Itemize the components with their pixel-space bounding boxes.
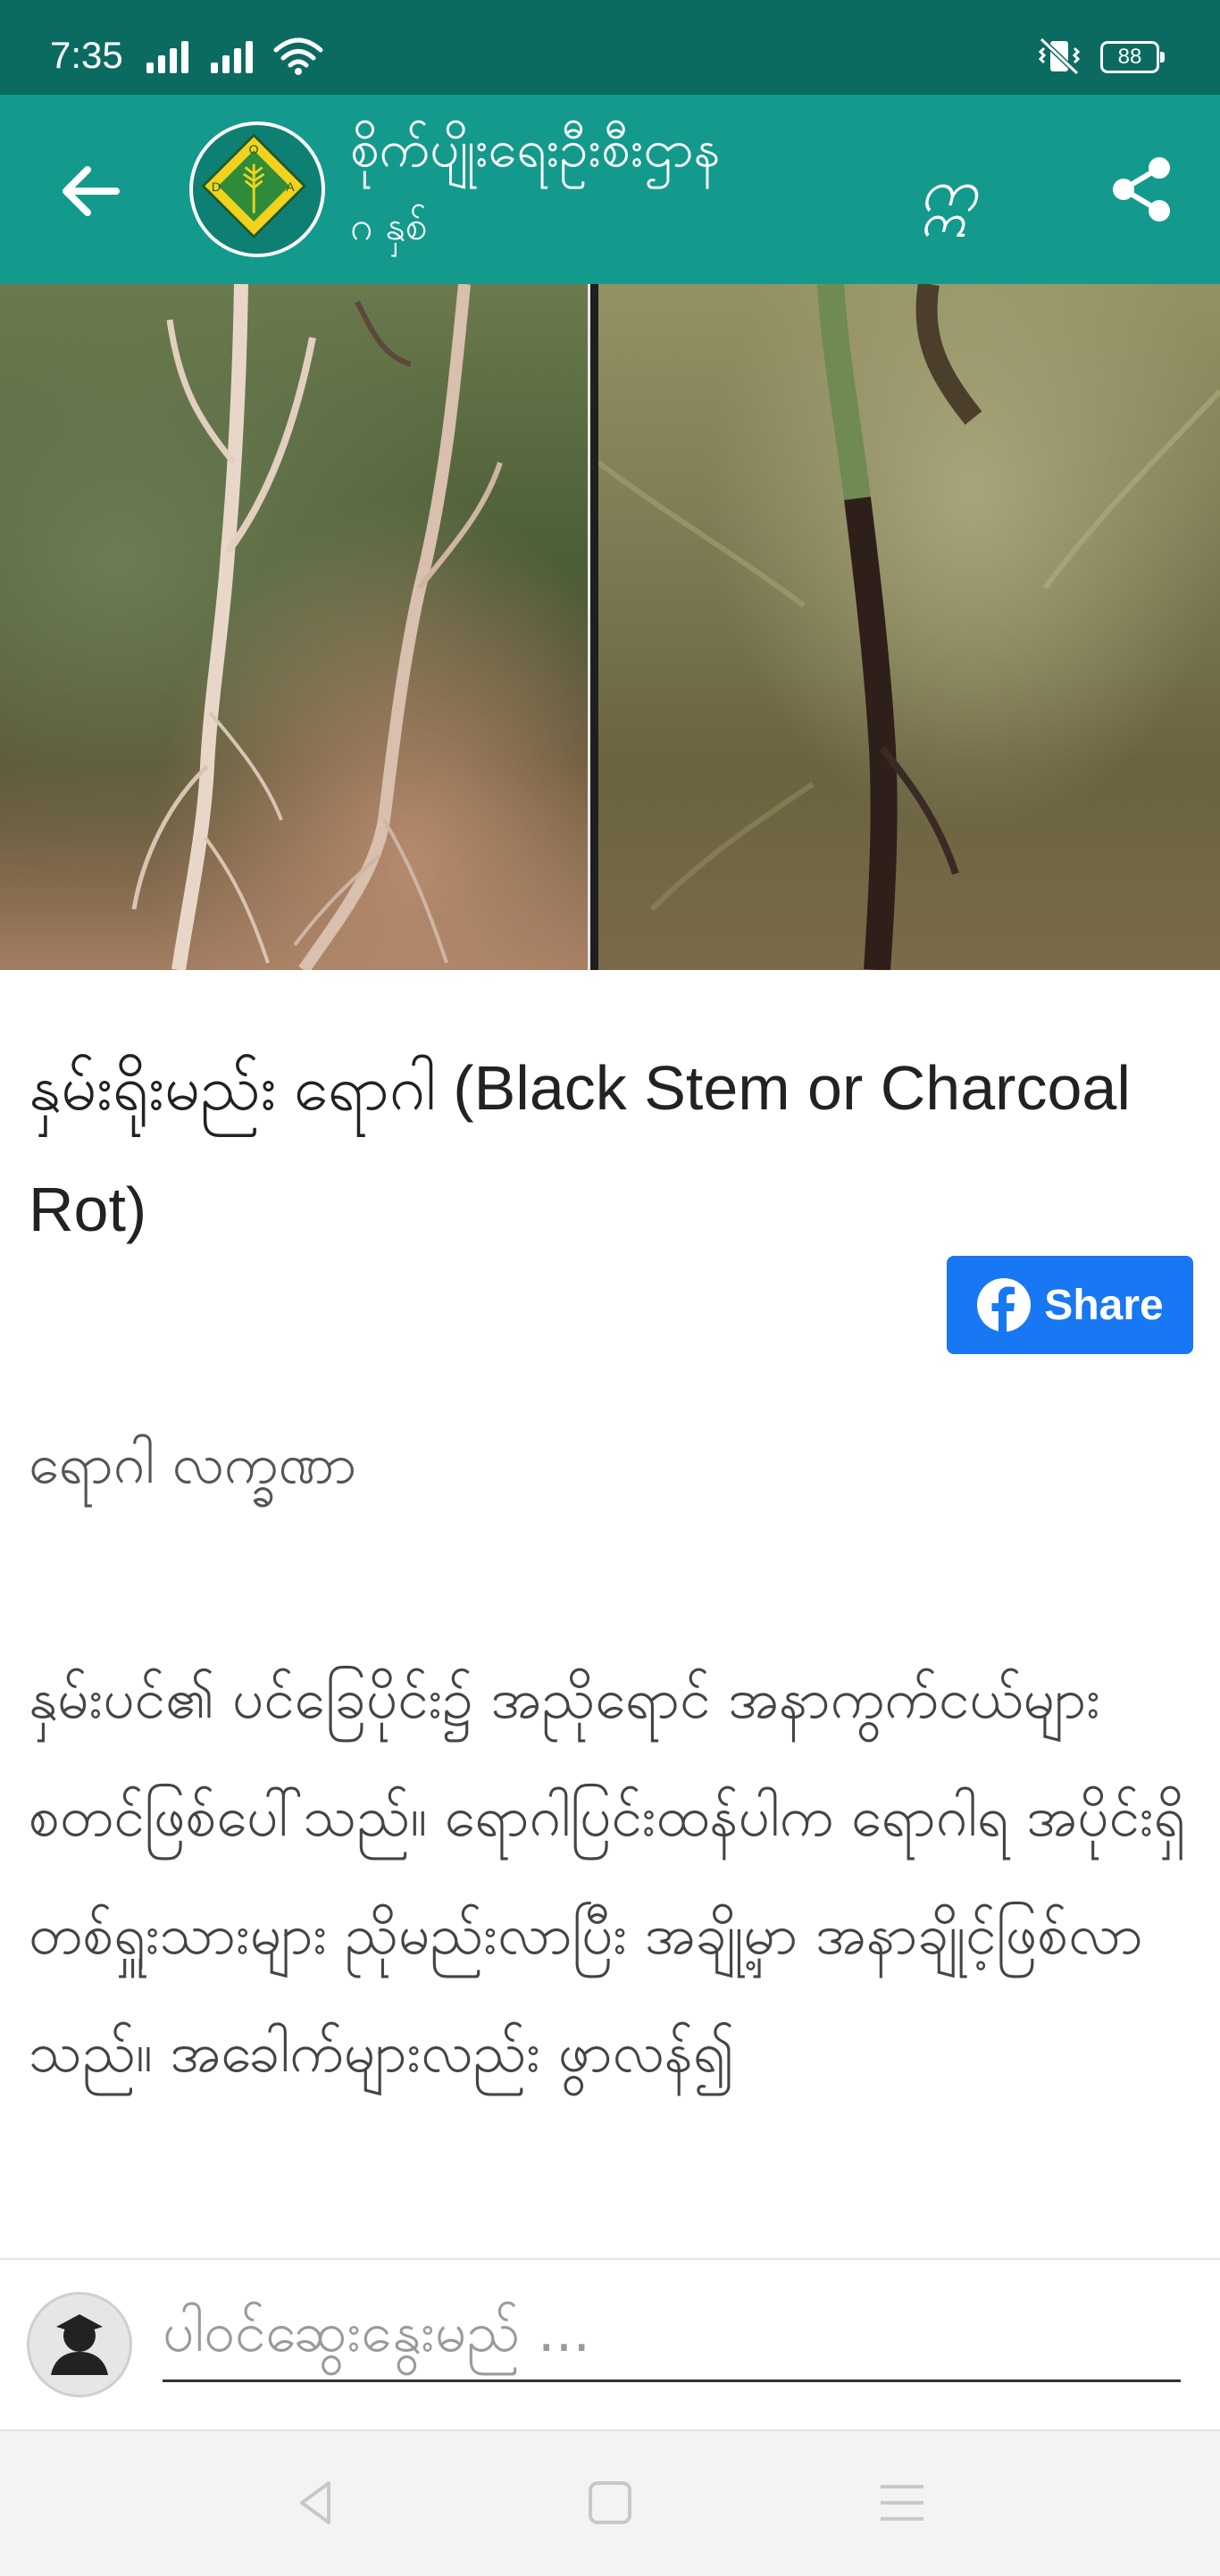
app-bar: O D A စိုက်ပျိုးရေးဦးစီးဌာန ဂ နှစ် ဣ: [0, 95, 1220, 284]
app-logo: O D A: [189, 121, 325, 257]
nav-home-icon[interactable]: [581, 2474, 639, 2531]
signal-icon: [211, 38, 255, 73]
back-arrow-icon[interactable]: [54, 154, 129, 229]
photo-divider: [588, 284, 598, 970]
comment-bar: [0, 2258, 1220, 2431]
facebook-icon: [977, 1278, 1032, 1333]
photo-left-panel: [0, 284, 588, 970]
avatar-icon: [27, 2292, 132, 2397]
vibrate-icon: [1038, 38, 1081, 75]
status-time: 7:35: [50, 34, 123, 76]
logo-letter-d: D: [212, 180, 221, 195]
logo-letter-o: O: [249, 143, 259, 157]
article-title: နှမ်းရိုးမည်း ရောဂါ (Black Stem or Charc…: [29, 1053, 1131, 1244]
facebook-share-label: Share: [1044, 1281, 1164, 1329]
article-body: နှမ်းပင်၏ ပင်ခြေပိုင်း၌ အညိုရောင် အနာကွက…: [29, 1666, 1186, 2085]
font-toggle-button[interactable]: ဣ: [920, 154, 978, 240]
share-icon[interactable]: [1104, 152, 1179, 227]
wifi-icon: [273, 38, 323, 75]
section-heading: ရောဂါ လက္ခဏာ: [29, 1431, 357, 1496]
comment-input[interactable]: [163, 2283, 1181, 2382]
disease-photo: [0, 284, 1220, 970]
system-nav-bar: [0, 2431, 1220, 2576]
logo-letter-a: A: [286, 180, 295, 195]
app-subtitle: ဂ နှစ်: [350, 204, 428, 249]
app-title: စိုက်ပျိုးရေးဦးစီးဌာန: [350, 118, 721, 179]
nav-back-icon[interactable]: [288, 2474, 345, 2531]
photo-right-panel: [597, 284, 1220, 970]
nav-menu-icon[interactable]: [873, 2474, 931, 2531]
facebook-share-button[interactable]: Share: [947, 1256, 1193, 1354]
signal-icon: [146, 38, 191, 73]
battery-icon: 88: [1100, 41, 1165, 73]
status-bar: 7:35 88: [0, 0, 1220, 95]
